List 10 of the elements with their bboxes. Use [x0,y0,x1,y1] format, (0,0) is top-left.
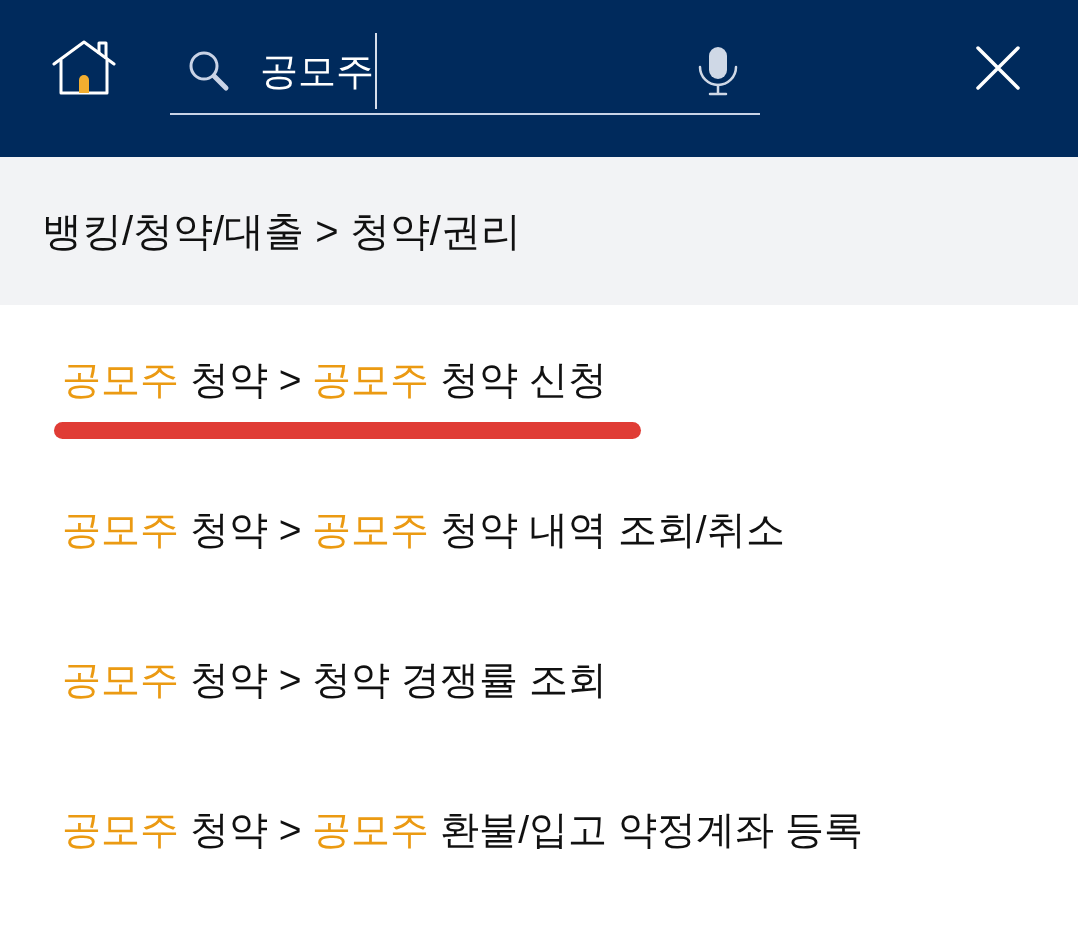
search-query: 공모주 [260,48,374,94]
search-result-link[interactable]: 공모주 청약 > 공모주 청약 내역 조회/취소 [62,502,785,558]
close-icon[interactable] [976,46,1020,90]
search-result-link[interactable]: 공모주 청약 > 청약 경쟁률 조회 [62,652,607,708]
search-result-link[interactable]: 공모주 청약 > 공모주 환불/입고 약정계좌 등록 [62,802,863,858]
microphone-icon[interactable] [698,45,738,96]
search-icon [188,49,230,92]
breadcrumb-path: 뱅킹/청약/대출 > 청약/권리 [42,208,521,255]
search-result-link[interactable]: 공모주 청약 > 공모주 청약 신청 [62,352,607,408]
home-icon[interactable] [52,39,116,95]
